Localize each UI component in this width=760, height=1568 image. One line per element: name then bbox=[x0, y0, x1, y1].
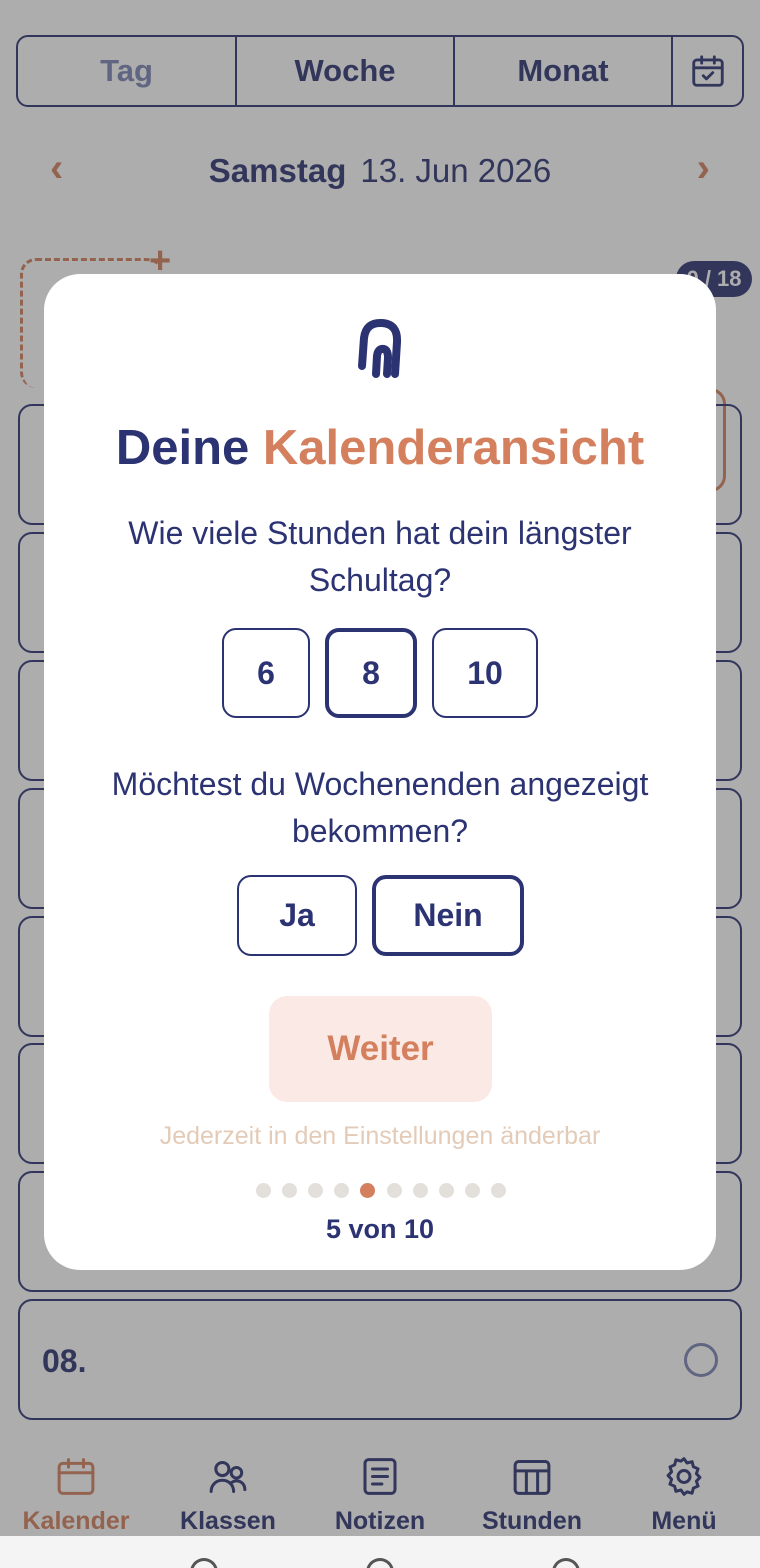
step-indicator bbox=[256, 1183, 506, 1199]
step-dot bbox=[282, 1183, 298, 1198]
hours-option-6[interactable]: 6 bbox=[222, 628, 310, 718]
recents-gesture-icon[interactable] bbox=[552, 1558, 580, 1568]
step-dot bbox=[308, 1183, 324, 1198]
step-dot bbox=[490, 1183, 506, 1198]
step-dot bbox=[360, 1183, 376, 1198]
back-gesture-icon[interactable] bbox=[190, 1558, 218, 1568]
question-weekends: Möchtest du Wochenenden angezeigt bekomm… bbox=[111, 766, 649, 849]
step-dot bbox=[256, 1183, 271, 1198]
step-dot bbox=[412, 1183, 428, 1198]
settings-hint: Jederzeit in den Einstellungen änderbar bbox=[159, 1122, 601, 1150]
continue-button[interactable]: Weiter bbox=[269, 996, 492, 1102]
magnet-logo-icon bbox=[358, 318, 402, 378]
hours-option-8[interactable]: 8 bbox=[325, 628, 417, 718]
dialog-title: Deine Kalenderansicht bbox=[44, 420, 716, 476]
home-gesture-icon[interactable] bbox=[366, 1558, 394, 1568]
step-dot bbox=[334, 1183, 350, 1198]
hours-option-10[interactable]: 10 bbox=[432, 628, 538, 718]
step-dot bbox=[464, 1183, 480, 1198]
step-dot bbox=[386, 1183, 402, 1198]
weekend-option-nein[interactable]: Nein bbox=[372, 875, 524, 956]
system-navigation-bar bbox=[0, 1536, 760, 1568]
step-progress-text: 5 von 10 bbox=[325, 1214, 435, 1244]
title-main: Deine bbox=[115, 421, 250, 475]
step-dot bbox=[438, 1183, 454, 1198]
title-accent: Kalenderansicht bbox=[262, 421, 645, 475]
weekend-option-ja[interactable]: Ja bbox=[237, 875, 357, 956]
question-longest-day: Wie viele Stunden hat dein längster Schu… bbox=[128, 515, 632, 598]
